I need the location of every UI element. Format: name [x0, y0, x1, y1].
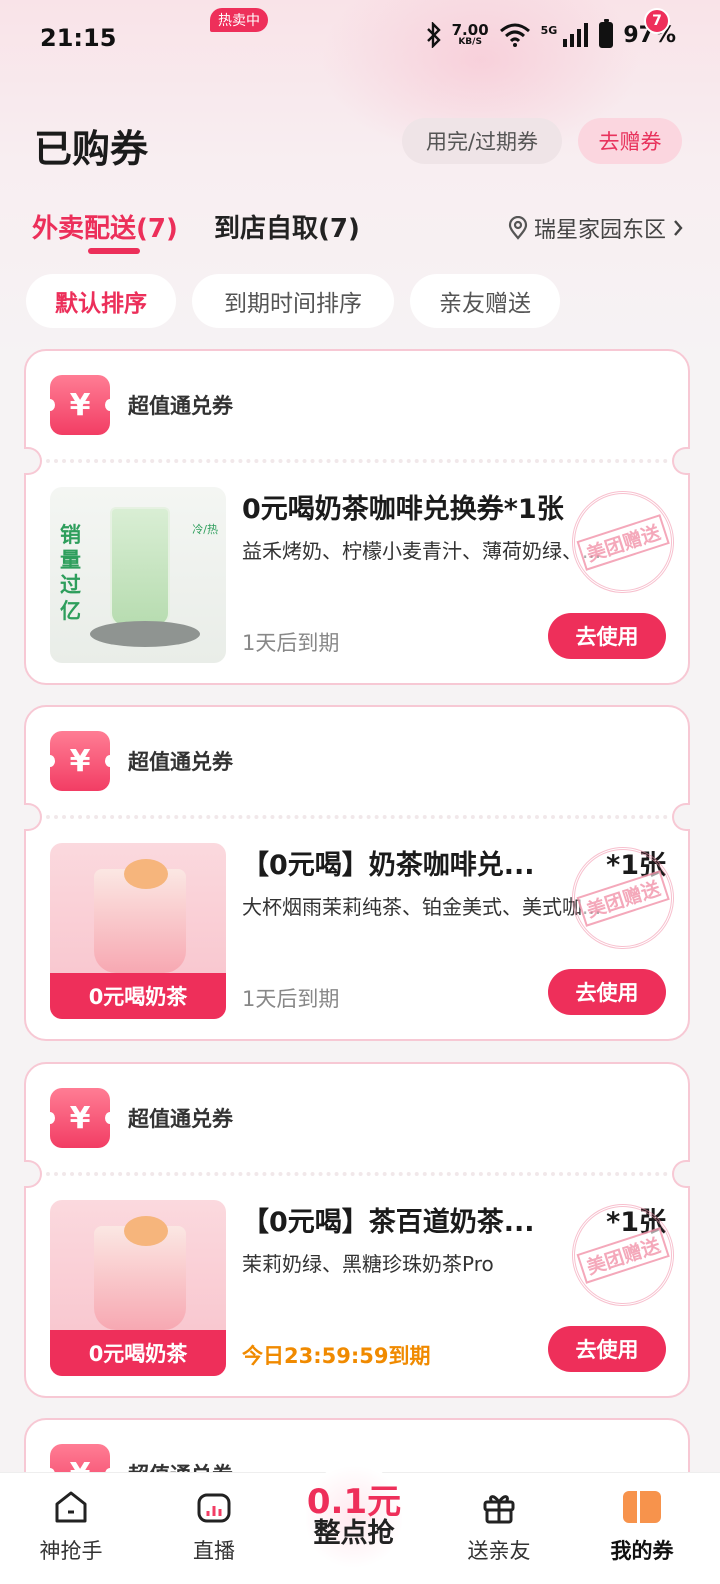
coupon-card[interactable]: ¥ 超值通兑券 销量过亿 冷/热 0元喝奶茶咖啡兑换券*1张 益禾烤奶、柠檬小麦… — [24, 349, 690, 685]
nav-item-home[interactable]: 神抢手 — [21, 1485, 121, 1565]
status-time: 21:15 — [40, 24, 117, 52]
use-coupon-button[interactable]: 去使用 — [548, 1326, 666, 1372]
yen-coupon-icon: ¥ — [45, 731, 115, 791]
live-icon — [192, 1485, 236, 1529]
battery-icon — [599, 19, 614, 48]
nav-label: 神抢手 — [39, 1539, 103, 1563]
coupon-expiry: 1天后到期 — [242, 987, 340, 1011]
ticket-notch — [24, 1160, 42, 1188]
network-speed: 7.00 KB/S — [451, 21, 489, 47]
coupon-card[interactable]: ¥ 超值通兑券 0元喝奶茶 【0元喝】茶百道奶茶... *1张 茉莉奶绿、黑糖珍… — [24, 1062, 690, 1398]
coupon-card[interactable]: ¥ 超值通兑券 0元喝奶茶 【0元喝】奶茶咖啡兑... *1张 大杯烟雨茉莉纯茶… — [24, 705, 690, 1041]
nav-label: 我的券 — [610, 1539, 674, 1563]
location-selector[interactable]: 瑞星家园东区 — [508, 212, 684, 244]
ticket-notch — [672, 803, 690, 831]
coupon-type: 超值通兑券 — [128, 394, 233, 418]
active-tab-indicator — [88, 248, 140, 254]
coupon-expiry: 今日23:59:59到期 — [242, 1344, 431, 1368]
dotted-divider — [46, 459, 668, 463]
promo-text: 整点抢 — [313, 1518, 395, 1550]
coupon-type: 超值通兑券 — [128, 1107, 233, 1131]
drink-cup — [110, 507, 170, 627]
tab-pickup[interactable]: 到店自取(7) — [214, 208, 360, 245]
live-hot-badge: 热卖中 — [210, 8, 268, 32]
coupon-type: 超值通兑券 — [128, 750, 233, 774]
ticket-icon — [620, 1485, 664, 1529]
expired-coupons-button[interactable]: 用完/过期券 — [402, 118, 562, 164]
filter-friend-gift[interactable]: 亲友赠送 — [410, 274, 560, 328]
status-icons: 7.00 KB/S 5G 97% — [426, 19, 676, 48]
use-coupon-button[interactable]: 去使用 — [548, 613, 666, 659]
coupon-image: 0元喝奶茶 — [50, 843, 226, 1019]
dotted-divider — [46, 815, 668, 819]
dotted-divider — [46, 1172, 668, 1176]
yen-coupon-icon: ¥ — [45, 375, 115, 435]
coupon-expiry: 1天后到期 — [242, 631, 340, 655]
image-banner: 0元喝奶茶 — [50, 973, 226, 1019]
yen-coupon-icon: ¥ — [45, 1088, 115, 1148]
coupon-image: 销量过亿 冷/热 — [50, 487, 226, 663]
chevron-right-icon — [674, 220, 683, 236]
signal-icon — [563, 23, 589, 47]
bluetooth-icon — [426, 22, 441, 48]
coupon-header: ¥ 超值通兑券 — [45, 731, 233, 791]
nav-label: 直播 — [193, 1539, 235, 1563]
image-rock — [90, 621, 200, 647]
page-title: 已购券 — [34, 127, 149, 171]
peach-topping — [124, 1216, 168, 1246]
promo-price: 0.1元 — [306, 1482, 402, 1523]
tab-delivery[interactable]: 外卖配送(7) — [32, 208, 178, 245]
ticket-notch — [672, 1160, 690, 1188]
network-type: 5G — [540, 24, 558, 37]
ticket-notch — [24, 447, 42, 475]
coupon-count-badge: 7 — [644, 8, 670, 34]
location-name: 瑞星家园东区 — [533, 218, 666, 243]
image-banner: 0元喝奶茶 — [50, 1330, 226, 1376]
nav-label: 送亲友 — [467, 1539, 531, 1563]
coupon-image: 0元喝奶茶 — [50, 1200, 226, 1376]
ticket-notch — [24, 803, 42, 831]
nav-item-gift-friends[interactable]: 送亲友 — [449, 1485, 549, 1565]
peach-topping — [124, 859, 168, 889]
coupon-header: ¥ 超值通兑券 — [45, 375, 233, 435]
status-bar: 21:15 7.00 KB/S 5G 97% — [0, 0, 720, 80]
nav-item-my-coupons[interactable]: 我的券 — [592, 1485, 692, 1565]
image-caption: 销量过亿 — [60, 523, 81, 623]
location-pin-icon — [508, 216, 528, 240]
coupon-header: ¥ 超值通兑券 — [45, 1088, 233, 1148]
flash-sale-button[interactable]: 0.1元 整点抢 — [306, 1462, 402, 1572]
image-tag: 冷/热 — [192, 523, 218, 536]
wifi-icon — [499, 23, 530, 47]
gift-icon — [477, 1485, 521, 1529]
filter-default-sort[interactable]: 默认排序 — [26, 274, 176, 328]
gift-coupon-button[interactable]: 去赠券 — [578, 118, 682, 164]
filter-expiry-sort[interactable]: 到期时间排序 — [192, 274, 394, 328]
nav-item-live[interactable]: 直播 — [164, 1485, 264, 1565]
home-icon — [49, 1485, 93, 1529]
ticket-notch — [672, 447, 690, 475]
use-coupon-button[interactable]: 去使用 — [548, 969, 666, 1015]
